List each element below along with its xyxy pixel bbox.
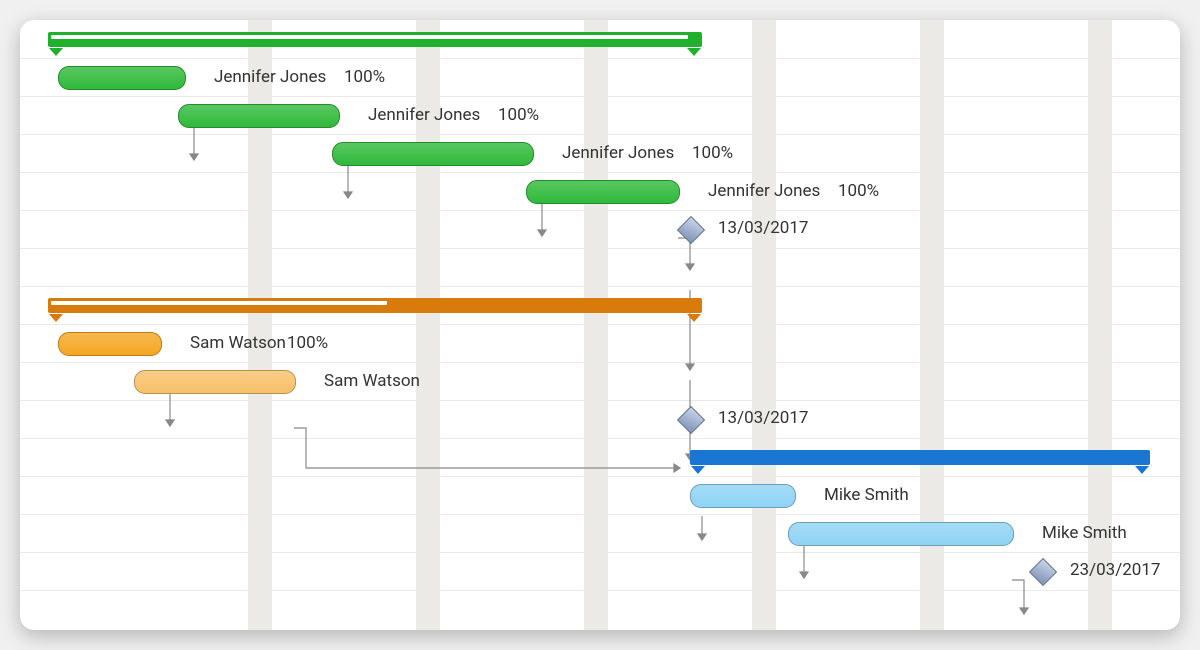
task-label: Sam Watson <box>190 332 286 354</box>
task-bar[interactable] <box>788 522 1014 546</box>
milestone-label: 13/03/2017 <box>718 218 808 238</box>
task-bar[interactable] <box>178 104 340 128</box>
task-label: Mike Smith <box>1042 522 1127 544</box>
gantt-chart[interactable]: Jennifer Jones 100% Jennifer Jones 100% Jenn… <box>20 20 1180 630</box>
task-bar[interactable] <box>58 332 162 356</box>
gantt-card: Jennifer Jones 100% Jennifer Jones 100% Jenn… <box>20 20 1180 630</box>
task-bar[interactable] <box>526 180 680 204</box>
milestone-label: 23/03/2017 <box>1070 560 1160 580</box>
task-percent: 100% <box>692 142 733 164</box>
task-bar[interactable] <box>134 370 296 394</box>
task-percent: 100% <box>344 66 385 88</box>
task-label: Jennifer Jones <box>214 66 326 88</box>
summary-bar[interactable] <box>48 298 702 313</box>
task-percent: 100% <box>498 104 539 126</box>
task-label: Jennifer Jones <box>562 142 674 164</box>
task-label: Jennifer Jones <box>368 104 480 126</box>
task-bar[interactable] <box>58 66 186 90</box>
task-label: Sam Watson <box>324 370 420 392</box>
task-percent: 100% <box>838 180 879 202</box>
summary-bar[interactable] <box>690 450 1150 465</box>
task-label: Mike Smith <box>824 484 909 506</box>
task-bar[interactable] <box>690 484 796 508</box>
task-label: Jennifer Jones <box>708 180 820 202</box>
summary-bar[interactable] <box>48 32 702 47</box>
milestone-label: 13/03/2017 <box>718 408 808 428</box>
task-percent: 100% <box>287 332 328 354</box>
task-bar[interactable] <box>332 142 534 166</box>
